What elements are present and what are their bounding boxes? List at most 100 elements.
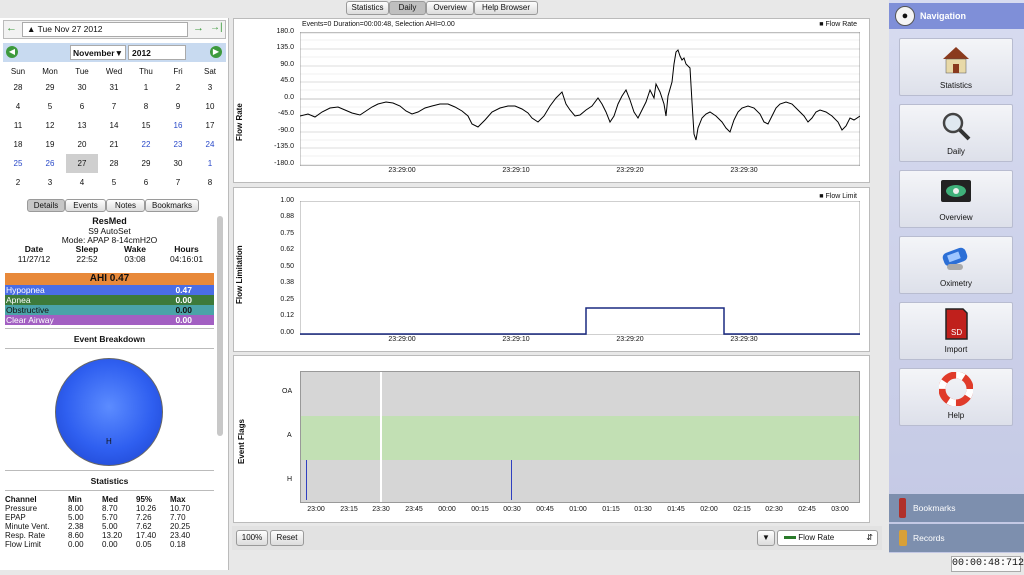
day-cell[interactable]: 21 — [98, 135, 130, 154]
x-tick: 03:00 — [831, 506, 849, 513]
bookmarks-section[interactable]: Bookmarks — [889, 494, 1024, 522]
day-cell[interactable]: 10 — [194, 97, 226, 116]
day-cell[interactable]: 8 — [130, 97, 162, 116]
day-cell[interactable]: 16 — [162, 116, 194, 135]
tab-details[interactable]: Details — [27, 199, 65, 212]
day-cell[interactable]: 25 — [2, 154, 34, 173]
y-tick: 1.00 — [280, 197, 294, 204]
day-cell[interactable]: 7 — [98, 97, 130, 116]
day-cell[interactable]: 14 — [98, 116, 130, 135]
val-wake: 03:08 — [124, 254, 146, 264]
day-cell[interactable]: 12 — [34, 116, 66, 135]
day-cell[interactable]: 28 — [98, 154, 130, 173]
day-cell[interactable]: 28 — [2, 78, 34, 97]
zoom-100-button[interactable]: 100% — [236, 530, 268, 546]
day-cell[interactable]: 1 — [130, 78, 162, 97]
day-cell[interactable]: 30 — [162, 154, 194, 173]
tab-bookmarks[interactable]: Bookmarks — [145, 199, 199, 212]
arrow-left-icon[interactable]: ← — [6, 22, 17, 34]
day-cell[interactable]: 18 — [2, 135, 34, 154]
nav-help-button[interactable]: Help — [899, 368, 1013, 426]
stats-header: Channel Min Med 95% Max — [5, 495, 214, 504]
tab-overview[interactable]: Overview — [426, 1, 474, 15]
nav-oximetry-button[interactable]: Oximetry — [899, 236, 1013, 294]
flow-rate-graph[interactable]: Events=0 Duration=00:00:48, Selection AH… — [233, 18, 870, 183]
day-cell[interactable]: 19 — [34, 135, 66, 154]
day-cell[interactable]: 4 — [2, 97, 34, 116]
arrow-right-icon[interactable]: → — [193, 22, 204, 34]
day-cell[interactable]: 11 — [2, 116, 34, 135]
stats-cell: 10.26 — [136, 504, 157, 513]
event-flags-graph[interactable]: Event Flags OA A H 23:00 23:15 23:30 23:… — [233, 355, 870, 523]
flow-rate-plot[interactable] — [300, 32, 860, 166]
y-tick: 180.0 — [276, 28, 294, 35]
chevron-down-icon[interactable]: ▼ — [757, 530, 775, 546]
flag-row-label: A — [287, 432, 292, 439]
stats-col: Max — [170, 495, 186, 504]
day-cell[interactable]: 24 — [194, 135, 226, 154]
day-cell[interactable]: 1 — [194, 154, 226, 173]
flow-limitation-graph[interactable]: ■ Flow Limit Flow Limitation 1.00 0.88 0… — [233, 187, 870, 352]
tab-statistics[interactable]: Statistics — [346, 1, 389, 15]
reset-button[interactable]: Reset — [270, 530, 304, 546]
day-cell[interactable]: 29 — [130, 154, 162, 173]
nav-label: Statistics — [939, 81, 972, 90]
session-table: Date Sleep Wake Hours 11/27/12 22:52 03:08 04:… — [5, 244, 214, 264]
details-scrollbar[interactable] — [217, 216, 223, 436]
event-value: 0.47 — [175, 285, 192, 295]
eye-monitor-icon — [941, 180, 971, 202]
month-select[interactable]: November▼ — [70, 45, 126, 60]
flow-limitation-plot[interactable] — [300, 201, 860, 335]
day-cell[interactable]: 6 — [66, 97, 98, 116]
day-cell-selected[interactable]: 27 — [66, 154, 98, 173]
tab-daily[interactable]: Daily — [389, 1, 426, 15]
day-cell[interactable]: 23 — [162, 135, 194, 154]
graph-header: Events=0 Duration=00:00:48, Selection AH… — [302, 21, 455, 28]
day-cell[interactable]: 4 — [66, 173, 98, 192]
nav-overview-button[interactable]: Overview — [899, 170, 1013, 228]
flags-plot-area[interactable] — [300, 371, 860, 503]
day-cell[interactable]: 17 — [194, 116, 226, 135]
val-sleep: 22:52 — [76, 254, 98, 264]
arrow-last-icon[interactable]: →| — [210, 22, 223, 33]
legend-label: Flow Limit — [825, 193, 857, 200]
day-cell[interactable]: 5 — [34, 97, 66, 116]
day-cell[interactable]: 13 — [66, 116, 98, 135]
day-cell[interactable]: 2 — [162, 78, 194, 97]
day-cell[interactable]: 26 — [34, 154, 66, 173]
year-select[interactable]: 2012 — [128, 45, 186, 60]
bookmarks-label: Bookmarks — [913, 503, 956, 513]
day-cell[interactable]: 3 — [194, 78, 226, 97]
event-apnea: Apnea 0.00 — [5, 295, 214, 305]
day-cell[interactable]: 7 — [162, 173, 194, 192]
tab-events[interactable]: Events — [65, 199, 106, 212]
records-section[interactable]: Records — [889, 524, 1024, 552]
day-cell[interactable]: 3 — [34, 173, 66, 192]
tab-notes[interactable]: Notes — [106, 199, 145, 212]
day-cell[interactable]: 6 — [130, 173, 162, 192]
stats-cell: 5.00 — [68, 513, 84, 522]
stats-cell: 0.05 — [136, 540, 152, 549]
nav-daily-button[interactable]: Daily — [899, 104, 1013, 162]
day-cell[interactable]: 22 — [130, 135, 162, 154]
y-tick: -180.0 — [274, 160, 294, 167]
prev-month-icon[interactable]: ◀ — [6, 46, 18, 58]
day-cell[interactable]: 20 — [66, 135, 98, 154]
nav-import-button[interactable]: SD Import — [899, 302, 1013, 360]
next-month-icon[interactable]: ▶ — [210, 46, 222, 58]
day-cell[interactable]: 2 — [2, 173, 34, 192]
stats-col: Min — [68, 495, 82, 504]
day-cell[interactable]: 8 — [194, 173, 226, 192]
nav-statistics-button[interactable]: Statistics — [899, 38, 1013, 96]
tab-help-browser[interactable]: Help Browser — [474, 1, 538, 15]
day-cell[interactable]: 5 — [98, 173, 130, 192]
date-dropdown[interactable]: ▲ Tue Nov 27 2012 — [22, 22, 188, 37]
day-cell[interactable]: 31 — [98, 78, 130, 97]
day-cell[interactable]: 15 — [130, 116, 162, 135]
event-hypopnea: Hypopnea 0.47 — [5, 285, 214, 295]
day-cell[interactable]: 30 — [66, 78, 98, 97]
nav-label: Oximetry — [940, 279, 972, 288]
channel-select[interactable]: Flow Rate ⇵ — [777, 530, 878, 546]
day-cell[interactable]: 29 — [34, 78, 66, 97]
day-cell[interactable]: 9 — [162, 97, 194, 116]
